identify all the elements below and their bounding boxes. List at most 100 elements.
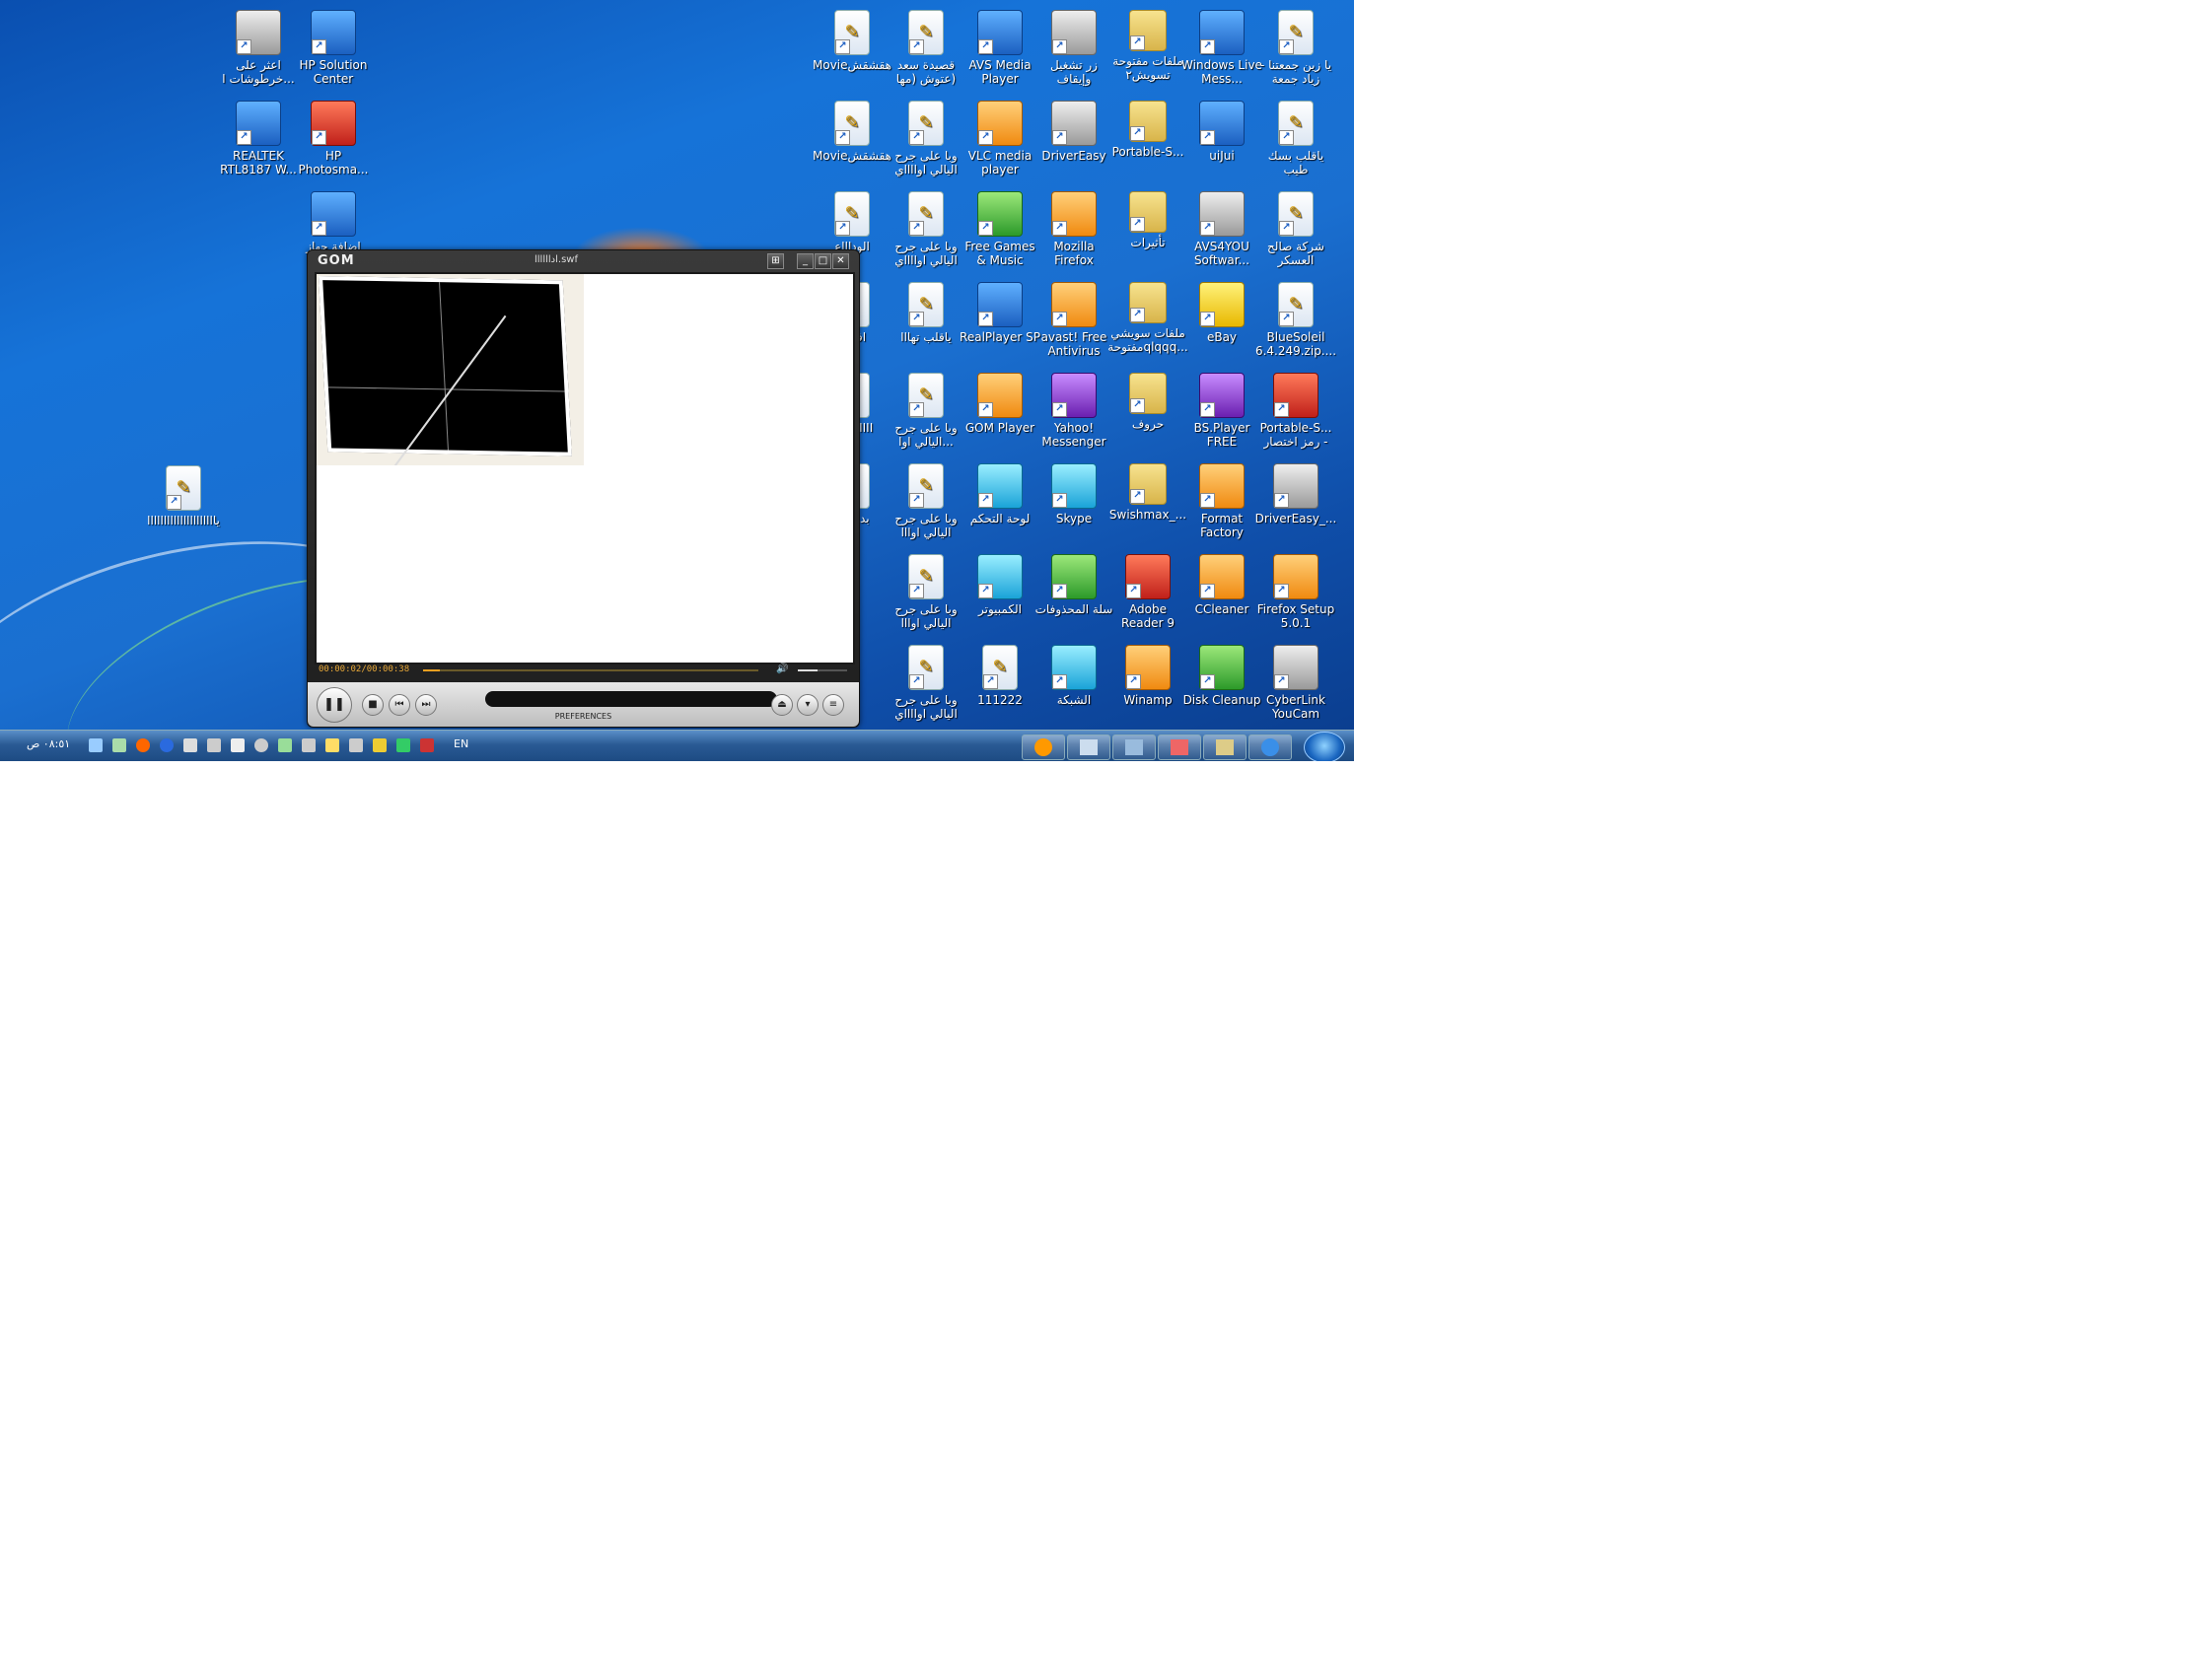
- desktop-icon[interactable]: ↗ ملفات سويشي مفتوحةqlqqq...: [1106, 280, 1189, 354]
- desktop-icon[interactable]: ✎ ↗ يا زين جمعتنا - زياد جمعة: [1254, 8, 1337, 86]
- tray-app-icon[interactable]: [349, 738, 363, 752]
- desktop-icon[interactable]: ↗ Disk Cleanup: [1180, 643, 1263, 707]
- desktop-icon[interactable]: ↗ Format Factory: [1180, 461, 1263, 539]
- desktop-icon[interactable]: ↗ سلة المحذوفات: [1033, 552, 1115, 616]
- windows-start-icon[interactable]: [1304, 732, 1345, 761]
- desktop-icon[interactable]: ↗ CCleaner: [1180, 552, 1263, 616]
- desktop-icon[interactable]: ↗ تأثيرات: [1106, 189, 1189, 249]
- shortcut-arrow-icon: ↗: [909, 493, 924, 508]
- desktop-icon[interactable]: ✎ ↗ وبا على جرح اليالي اوا...: [885, 371, 967, 449]
- tray-app-icon[interactable]: [112, 738, 126, 752]
- desktop-icon[interactable]: ↗ HP Solution Center: [292, 8, 375, 86]
- desktop-icon[interactable]: ✎ ↗ وبا على جرح اليالي اوااااي: [885, 99, 967, 176]
- minimize-button[interactable]: _: [797, 253, 814, 269]
- desktop-icon[interactable]: ↗ CyberLink YouCam: [1254, 643, 1337, 721]
- avast-tray-icon[interactable]: [136, 738, 150, 752]
- desktop-icon[interactable]: ↗ REALTEK RTL8187 W...: [217, 99, 300, 176]
- desktop-icon[interactable]: ↗ DriverEasy: [1033, 99, 1115, 163]
- winamp-icon: ↗: [1125, 645, 1171, 690]
- action-center-flag-icon[interactable]: [231, 738, 245, 752]
- desktop-icon[interactable]: ✎ ↗ Movieهقشقش: [811, 99, 893, 163]
- desktop-icon[interactable]: ↗ Free Games & Music: [959, 189, 1041, 267]
- desktop-icon-label: Disk Cleanup: [1182, 693, 1261, 707]
- desktop-icon[interactable]: ✎ ↗ Movieهقشقش: [811, 8, 893, 72]
- bluetooth-icon[interactable]: [160, 738, 174, 752]
- language-indicator[interactable]: EN: [454, 737, 468, 750]
- taskbar-explorer[interactable]: [1067, 735, 1110, 760]
- desktop-icon[interactable]: ✎ ↗ 111222: [959, 643, 1041, 707]
- taskbar-internet-explorer[interactable]: [1248, 735, 1292, 760]
- preferences-link[interactable]: PREFERENCES: [308, 712, 859, 721]
- gom-title-bar[interactable]: GOM اداااااا.swf ⊞ _ □ ✕: [308, 250, 859, 270]
- taskbar-gom-player[interactable]: [1022, 735, 1065, 760]
- desktop-icon[interactable]: ↗ Adobe Reader 9: [1106, 552, 1189, 630]
- taskbar-disk-cleanup[interactable]: [1203, 735, 1247, 760]
- network-signal-icon[interactable]: [207, 738, 221, 752]
- desktop-icon[interactable]: ↗ VLC media player: [959, 99, 1041, 176]
- tray-app-icon[interactable]: [254, 738, 268, 752]
- tray-app-icon[interactable]: [420, 738, 434, 752]
- desktop-icon[interactable]: ↗ eBay: [1180, 280, 1263, 344]
- tray-app-icon[interactable]: [302, 738, 316, 752]
- desktop-icon[interactable]: ↗ الكمبيوتر: [959, 552, 1041, 616]
- desktop-icon[interactable]: ↗ Portable-S...: [1106, 99, 1189, 159]
- desktop-icon[interactable]: ✎ ↗ قصيدة سعد (عتوش (مها: [885, 8, 967, 86]
- desktop-icon[interactable]: ↗ Swishmax_...: [1106, 461, 1189, 522]
- desktop-icon[interactable]: ↗ DriverEasy_...: [1254, 461, 1337, 525]
- desktop-icon[interactable]: ↗ AVS4YOU Softwar...: [1180, 189, 1263, 267]
- desktop-icon[interactable]: ↗ AVS Media Player: [959, 8, 1041, 86]
- tray-app-icon[interactable]: [89, 738, 103, 752]
- volume-icon[interactable]: [183, 738, 197, 752]
- desktop-icon[interactable]: ✎ ↗ وبا على جرح اليالي اوااا: [885, 461, 967, 539]
- desktop-icon[interactable]: ✎ ↗ يااااااااااااااااااااا: [142, 463, 225, 527]
- desktop-icon[interactable]: ✎ ↗ وبا على جرح اليالي اوااا: [885, 552, 967, 630]
- speaker-icon[interactable]: 🔊: [776, 664, 788, 674]
- desktop-icon[interactable]: ✎ ↗ ياقلب تهااا: [885, 280, 967, 344]
- close-button[interactable]: ✕: [832, 253, 849, 269]
- taskbar-control-panel[interactable]: [1112, 735, 1156, 760]
- volume-slider[interactable]: [798, 669, 847, 671]
- seek-bar[interactable]: [423, 669, 758, 671]
- desktop-icon[interactable]: ↗ Firefox Setup 5.0.1: [1254, 552, 1337, 630]
- desktop-icon[interactable]: ↗ Yahoo! Messenger: [1033, 371, 1115, 449]
- desktop-icon[interactable]: ↗ avast! Free Antivirus: [1033, 280, 1115, 358]
- desktop-icon-label: الشبكة: [1056, 693, 1092, 707]
- desktop-icon[interactable]: ↗ إضافة جهاز: [292, 189, 375, 253]
- desktop-icon[interactable]: ↗ GOM Player: [959, 371, 1041, 435]
- desktop-icon[interactable]: ✎ ↗ وبا على جرح اليالي اوااااي: [885, 189, 967, 267]
- desktop-icon[interactable]: ↗ BS.Player FREE: [1180, 371, 1263, 449]
- desktop-icon[interactable]: ✎ ↗ وبا على جرح اليالي اوااااي: [885, 643, 967, 721]
- desktop-icon[interactable]: ↗ Winamp: [1106, 643, 1189, 707]
- shortcut-arrow-icon: ↗: [835, 130, 850, 145]
- desktop-icon[interactable]: ✎ ↗ ياقلب بسك طيب: [1254, 99, 1337, 176]
- desktop-icon[interactable]: ↗ الشبكة: [1033, 643, 1115, 707]
- tray-app-icon[interactable]: [373, 738, 387, 752]
- desktop-icon[interactable]: ↗ Skype: [1033, 461, 1115, 525]
- gom-player-window[interactable]: GOM اداااااا.swf ⊞ _ □ ✕ 00:00:02/00:00:…: [307, 249, 860, 728]
- taskbar-paint[interactable]: [1158, 735, 1201, 760]
- video-screen[interactable]: [315, 272, 855, 665]
- folder-icon: ↗: [1129, 373, 1167, 414]
- desktop-icon[interactable]: ↗ HP Photosma...: [292, 99, 375, 176]
- desktop-icon[interactable]: ↗ حروف: [1106, 371, 1189, 431]
- desktop-icon[interactable]: ↗ لوحة التحكم: [959, 461, 1041, 525]
- maximize-button[interactable]: □: [815, 253, 831, 269]
- desktop-icon[interactable]: ↗ uiJui: [1180, 99, 1263, 163]
- tray-app-icon[interactable]: [396, 738, 410, 752]
- desktop-icon[interactable]: ↗ Portable-S... رمز اختصار -: [1254, 371, 1337, 449]
- desktop-icon[interactable]: ✎ ↗ الوداااع: [811, 189, 893, 253]
- shortcut-arrow-icon: ↗: [1200, 312, 1215, 326]
- fullscreen-button[interactable]: ⊞: [767, 253, 784, 269]
- desktop-icon[interactable]: ↗ RealPlayer SP: [959, 280, 1041, 344]
- desktop-icon[interactable]: ↗ زر تشغيل وإيقاف: [1033, 8, 1115, 86]
- desktop-icon[interactable]: ↗ Mozilla Firefox: [1033, 189, 1115, 267]
- tray-app-icon[interactable]: [325, 738, 339, 752]
- desktop-icon[interactable]: ✎ ↗ شركة صالح العسكر: [1254, 189, 1337, 267]
- shortcut-arrow-icon: ↗: [1200, 221, 1215, 236]
- desktop-icon[interactable]: ↗ ملفات مفتوحة تسويش٢: [1106, 8, 1189, 82]
- desktop-icon[interactable]: ↗ اعثر على خرطوشات ا...: [217, 8, 300, 86]
- clock[interactable]: ٠٨:٥١ ص: [27, 737, 70, 750]
- desktop-icon[interactable]: ✎ ↗ BlueSoleil 6.4.249.zip....: [1254, 280, 1337, 358]
- desktop-icon[interactable]: ↗ Windows Live Mess...: [1180, 8, 1263, 86]
- tray-app-icon[interactable]: [278, 738, 292, 752]
